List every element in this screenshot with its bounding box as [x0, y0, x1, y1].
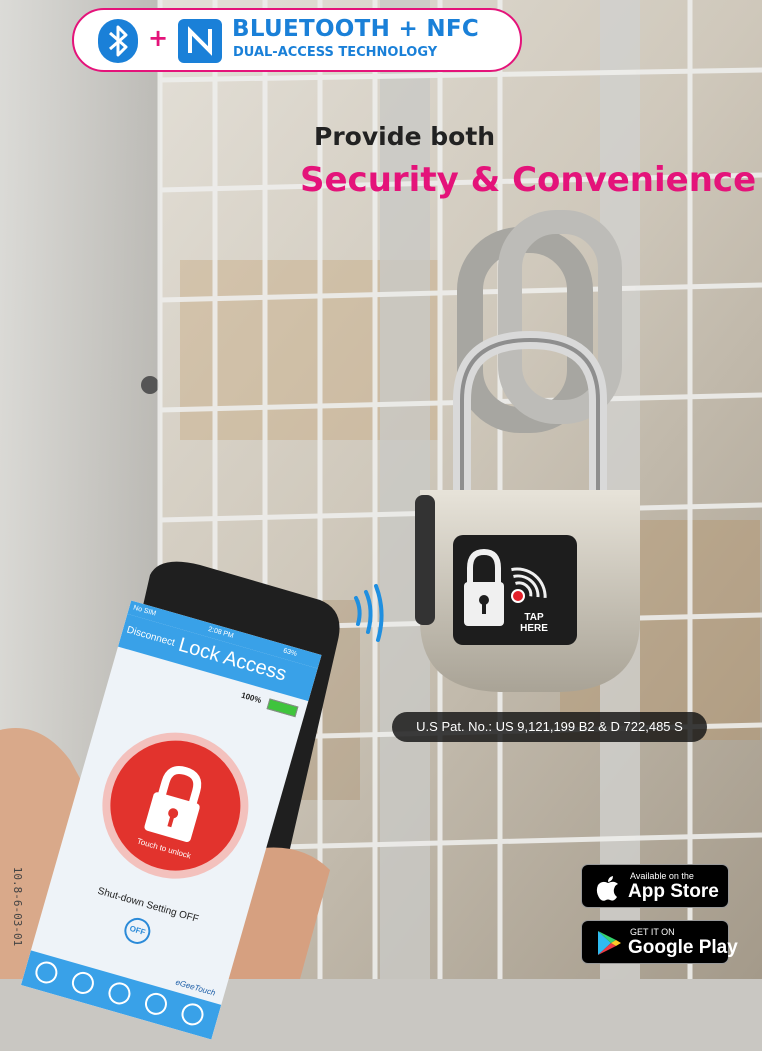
patent-label: U.S Pat. No.: US 9,121,199 B2 & D 722,48… [392, 712, 707, 742]
side-code: 10.8-6-03-01 [11, 866, 25, 947]
lock-battery-text: 100% [240, 690, 263, 705]
headline-line-2: Security & Convenience [300, 160, 757, 200]
tab-users-icon[interactable] [105, 979, 134, 1008]
tab-settings-icon[interactable] [69, 969, 97, 997]
google-play-small-text: GET IT ON [630, 927, 675, 937]
tap-text: TAP [524, 612, 544, 623]
apple-icon [596, 876, 618, 901]
disconnect-button[interactable]: Disconnect [125, 625, 176, 649]
bottom-tab-bar [20, 950, 222, 1040]
google-play-big-text: Google Play [628, 937, 738, 958]
off-toggle-button[interactable]: OFF [121, 914, 154, 948]
feature-badge: + BLUETOOTH + NFC DUAL-ACCESS TECHNOLOGY [72, 8, 522, 72]
tab-more-icon[interactable] [178, 1000, 207, 1028]
badge-subtitle: DUAL-ACCESS TECHNOLOGY [233, 45, 438, 60]
shutdown-setting-text: Shut-down Setting OFF [96, 885, 200, 926]
google-play-icon [598, 931, 621, 955]
unlock-button[interactable] [94, 725, 256, 886]
nfc-icon [178, 19, 222, 63]
here-text: HERE [520, 623, 548, 634]
bluetooth-icon [98, 19, 138, 63]
tab-nfc-icon[interactable] [142, 990, 170, 1018]
google-play-button[interactable]: GET IT ON Google Play [581, 920, 738, 964]
app-store-big-text: App Store [628, 881, 719, 902]
padlock-icon [144, 765, 202, 842]
headline-line-1: Provide both [314, 122, 496, 151]
tab-lock-icon[interactable] [32, 958, 60, 987]
app-store-small-text: Available on the [630, 871, 694, 881]
badge-title: BLUETOOTH + NFC [232, 16, 480, 42]
lock-battery-bar [266, 698, 299, 718]
app-store-button[interactable]: Available on the App Store [581, 864, 729, 908]
battery-status-text: 63% [282, 647, 298, 659]
plus-sign: + [148, 24, 169, 52]
tap-here-label: TAP HERE [516, 612, 552, 634]
